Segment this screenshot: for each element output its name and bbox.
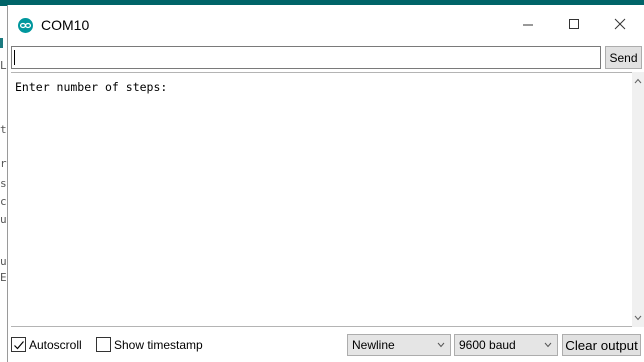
send-row: Send [8,46,644,70]
send-button[interactable]: Send [605,46,642,69]
serial-monitor-window: COM10 Send Enter number of steps: Autosc… [7,5,644,362]
ide-margin-glyph: L [0,59,7,72]
serial-output[interactable]: Enter number of steps: [11,72,635,327]
maximize-icon [569,19,579,29]
chevron-down-icon [634,315,642,321]
ide-margin-glyph: u [0,213,7,226]
baud-rate-value: 9600 baud [459,338,516,352]
window-title: COM10 [41,17,90,33]
close-button[interactable] [597,5,643,43]
close-icon [614,18,626,30]
serial-input[interactable] [11,46,601,69]
chevron-down-icon [437,342,445,348]
ide-margin-glyph: s [0,177,7,190]
line-ending-select[interactable]: Newline [347,334,451,356]
maximize-button[interactable] [551,5,597,43]
checkmark-icon [13,340,24,349]
autoscroll-checkbox[interactable] [11,337,26,352]
minimize-button[interactable] [505,5,551,43]
scroll-up-arrow[interactable] [632,74,644,88]
ide-margin-glyph: u [0,255,7,268]
minimize-icon [523,24,533,26]
arduino-logo-icon [18,18,33,33]
chevron-up-icon [634,78,642,84]
show-timestamp-checkbox[interactable] [96,337,111,352]
monitor-footer: Autoscroll Show timestamp Newline 9600 b… [8,330,644,362]
show-timestamp-label[interactable]: Show timestamp [114,338,203,352]
baud-rate-select[interactable]: 9600 baud [454,334,558,356]
output-line: Enter number of steps: [15,80,168,94]
ide-margin-glyph: c [0,195,7,208]
ide-margin-glyph: t [0,123,7,136]
text-caret [14,50,15,65]
autoscroll-label[interactable]: Autoscroll [29,338,82,352]
chevron-down-icon [544,342,552,348]
title-bar[interactable]: COM10 [8,5,644,43]
ide-toolbar-edge [0,38,3,48]
ide-margin-glyph: r [0,157,7,170]
ide-margin-glyph: E [0,271,7,284]
line-ending-value: Newline [352,338,395,352]
scroll-down-arrow[interactable] [632,311,644,325]
clear-output-button[interactable]: Clear output [562,334,641,356]
output-scrollbar[interactable] [632,72,644,327]
